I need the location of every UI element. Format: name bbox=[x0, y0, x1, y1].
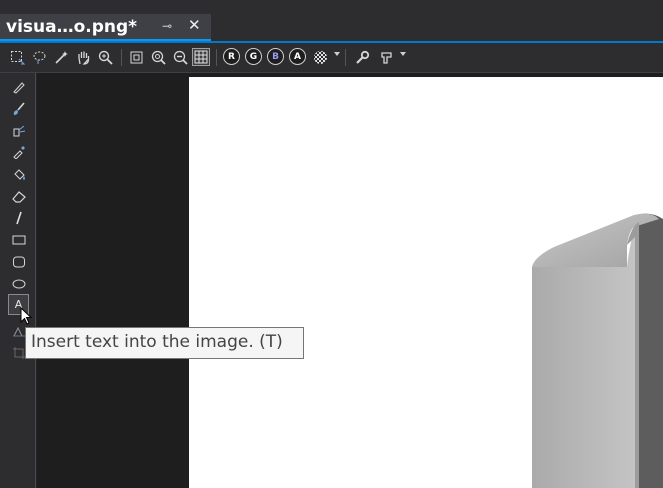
zoom-out-icon[interactable] bbox=[171, 48, 189, 66]
image-content bbox=[532, 213, 663, 488]
line-icon[interactable] bbox=[10, 209, 27, 226]
tooltip: Insert text into the image. (T) bbox=[25, 327, 304, 359]
chevron-down-icon[interactable] bbox=[334, 52, 340, 56]
toolbar-separator bbox=[345, 49, 346, 66]
zoom-icon[interactable] bbox=[96, 48, 114, 66]
pan-hand-icon[interactable] bbox=[74, 48, 92, 66]
brush-icon[interactable] bbox=[10, 100, 27, 117]
actual-size-icon[interactable] bbox=[127, 48, 145, 66]
fill-icon[interactable] bbox=[10, 165, 27, 182]
image-format-icon[interactable] bbox=[377, 48, 395, 66]
zoom-in-icon[interactable] bbox=[149, 48, 167, 66]
channel-blue-button[interactable]: B bbox=[267, 48, 284, 65]
eyedropper-icon[interactable] bbox=[10, 143, 27, 160]
image-editor-toolbar: R G B A bbox=[0, 43, 663, 73]
transparency-checker-icon[interactable] bbox=[311, 48, 329, 66]
toolbar-separator bbox=[121, 49, 122, 66]
rectangle-icon[interactable] bbox=[10, 231, 27, 248]
ellipse-icon[interactable] bbox=[10, 275, 27, 292]
properties-wrench-icon[interactable] bbox=[353, 48, 371, 66]
toolbar-separator bbox=[216, 49, 217, 66]
canvas-area[interactable] bbox=[37, 73, 663, 488]
image-canvas[interactable] bbox=[189, 77, 663, 488]
select-rectangle-icon[interactable] bbox=[8, 48, 26, 66]
chevron-down-icon[interactable] bbox=[400, 52, 406, 56]
channel-red-button[interactable]: R bbox=[223, 48, 240, 65]
grid-icon[interactable] bbox=[192, 48, 210, 66]
close-icon[interactable]: ✕ bbox=[188, 16, 201, 34]
airbrush-icon[interactable] bbox=[10, 121, 27, 138]
pin-icon[interactable]: ⊸ bbox=[162, 19, 172, 33]
mouse-pointer-icon bbox=[20, 306, 34, 331]
lasso-select-icon[interactable] bbox=[30, 48, 48, 66]
magic-wand-icon[interactable] bbox=[52, 48, 70, 66]
eraser-icon[interactable] bbox=[10, 187, 27, 204]
rounded-rectangle-icon[interactable] bbox=[10, 253, 27, 270]
channel-green-button[interactable]: G bbox=[245, 48, 262, 65]
tool-palette: A bbox=[0, 73, 36, 488]
pencil-icon[interactable] bbox=[10, 78, 27, 95]
channel-alpha-button[interactable]: A bbox=[289, 48, 306, 65]
tab-title: visua…o.png* bbox=[6, 17, 138, 37]
document-tab[interactable]: visua…o.png* ⊸ ✕ bbox=[0, 14, 211, 41]
document-tab-strip: visua…o.png* ⊸ ✕ bbox=[0, 0, 663, 41]
